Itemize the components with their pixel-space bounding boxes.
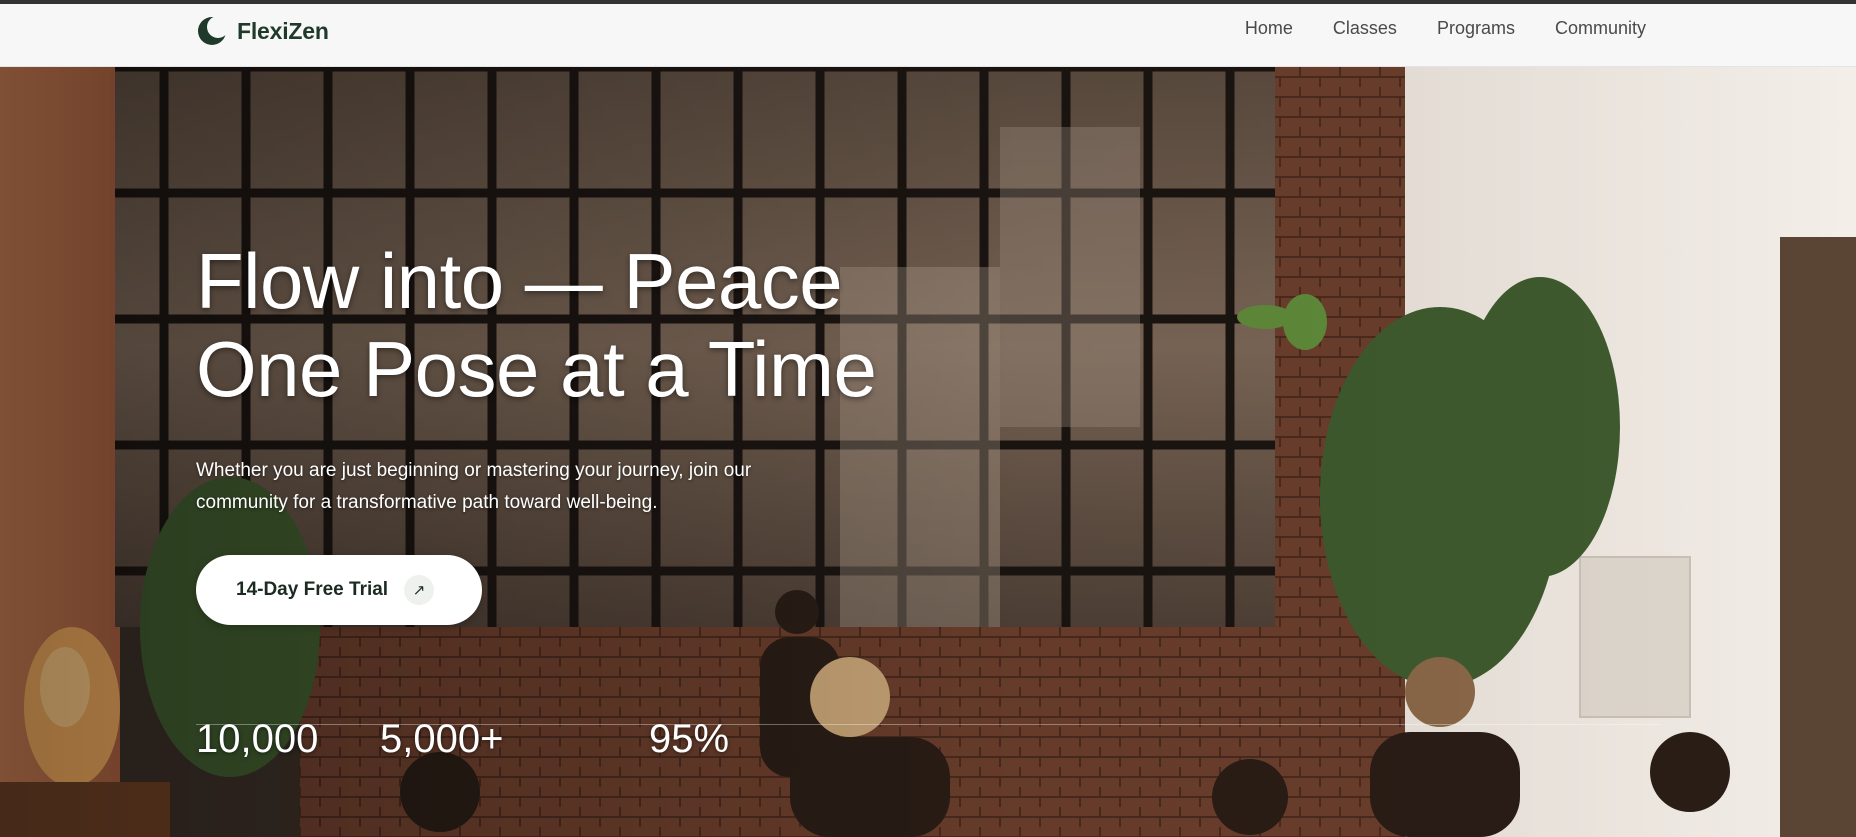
main-nav: Home Classes Programs Community	[1245, 18, 1646, 39]
stat-value-2: 5,000+	[380, 717, 504, 761]
nav-community[interactable]: Community	[1555, 18, 1646, 39]
nav-programs[interactable]: Programs	[1437, 18, 1515, 39]
arrow-up-right-icon: ↗	[404, 575, 435, 605]
hero-content: Flow into — Peace One Pose at a Time Whe…	[196, 237, 1016, 519]
hero-title-line-2: One Pose at a Time	[196, 325, 877, 413]
hero-title-line-1: Flow into — Peace	[196, 237, 843, 325]
site-header: FlexiZen Home Classes Programs Community	[0, 4, 1856, 67]
stat-value-1: 10,000	[196, 717, 319, 761]
hero-title: Flow into — Peace One Pose at a Time	[196, 237, 1016, 413]
hero-subtitle: Whether you are just beginning or master…	[196, 460, 752, 513]
free-trial-button[interactable]: 14-Day Free Trial ↗	[196, 555, 482, 625]
stat-value-3: 95%	[649, 717, 730, 761]
brand[interactable]: FlexiZen	[196, 13, 329, 49]
nav-home[interactable]: Home	[1245, 18, 1293, 39]
crescent-moon-logo-icon	[198, 16, 228, 45]
free-trial-button-label: 14-Day Free Trial	[236, 579, 389, 600]
nav-classes[interactable]: Classes	[1333, 18, 1397, 39]
brand-name: FlexiZen	[237, 17, 329, 44]
